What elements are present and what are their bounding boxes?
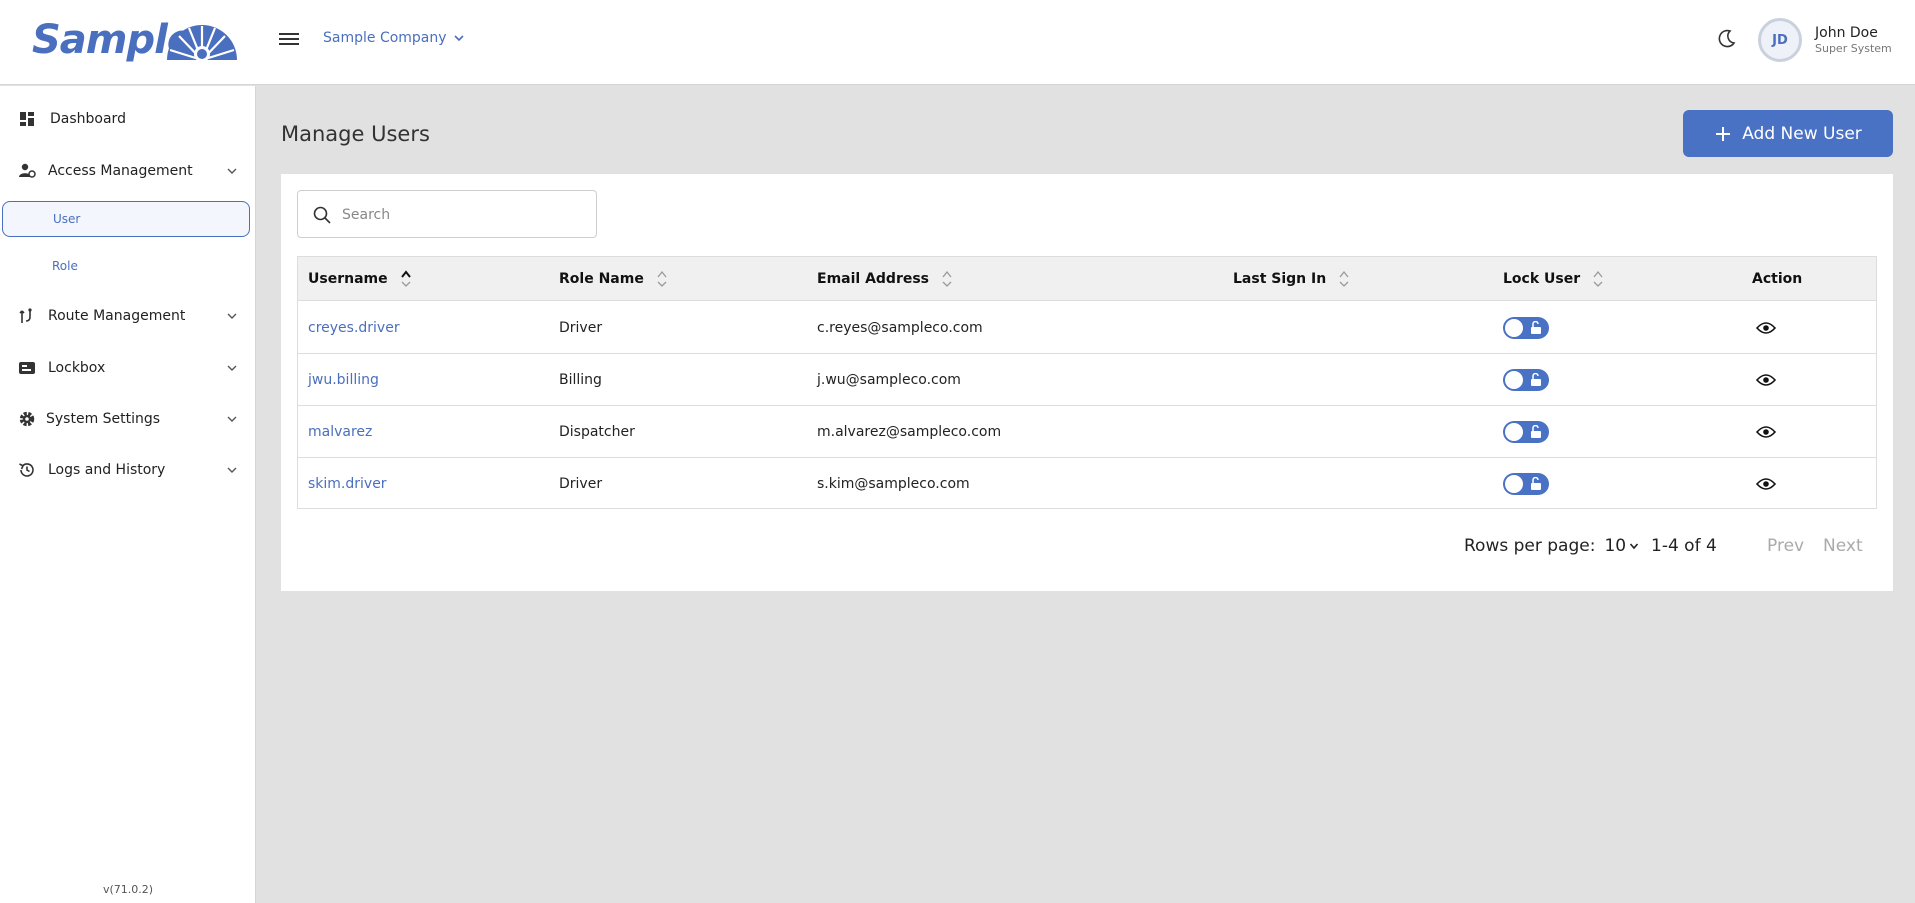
table-row: jwu.billing Billing j.wu@sampleco.com — [298, 354, 1876, 406]
username-link[interactable]: skim.driver — [308, 458, 387, 510]
chevron-down-icon — [227, 467, 237, 473]
email-cell: s.kim@sampleco.com — [817, 476, 970, 492]
chevron-down-icon — [453, 35, 464, 42]
unlock-icon — [1531, 321, 1541, 334]
unlock-icon — [1531, 425, 1541, 438]
chevron-down-icon — [227, 313, 237, 319]
column-header-action: Action — [1752, 271, 1803, 287]
username-link[interactable]: malvarez — [308, 406, 372, 458]
column-header-last-sign-in[interactable]: Last Sign In — [1233, 257, 1350, 301]
column-header-lock-user[interactable]: Lock User — [1503, 257, 1604, 301]
role-name-cell: Dispatcher — [559, 424, 635, 440]
sidebar-subitem-role[interactable]: Role — [2, 248, 250, 284]
chevron-down-icon — [227, 416, 237, 422]
add-new-user-label: Add New User — [1742, 123, 1862, 144]
plus-icon — [1716, 126, 1731, 141]
sidebar-item-system-settings[interactable]: System Settings — [0, 399, 256, 439]
next-page-button[interactable]: Next — [1823, 534, 1863, 558]
view-eye-icon[interactable] — [1756, 425, 1776, 439]
page-title: Manage Users — [281, 122, 430, 146]
sort-icon — [1593, 270, 1603, 287]
company-name: Sample Company — [323, 30, 447, 46]
table-row: creyes.driver Driver c.reyes@sampleco.co… — [298, 302, 1876, 354]
view-eye-icon[interactable] — [1756, 373, 1776, 387]
view-eye-icon[interactable] — [1756, 477, 1776, 491]
search-icon — [313, 206, 331, 224]
sort-icon — [400, 270, 411, 287]
sort-icon — [657, 270, 667, 287]
sort-icon — [1339, 270, 1349, 287]
rows-per-page-label: Rows per page: — [1464, 536, 1596, 556]
lock-user-toggle[interactable] — [1503, 317, 1549, 339]
sidebar-item-dashboard[interactable]: Dashboard — [0, 99, 256, 139]
logo-sunburst-icon — [167, 25, 237, 62]
company-logo[interactable]: Sample — [32, 16, 242, 64]
dashboard-icon — [20, 112, 34, 126]
sidebar-subitem-label: User — [53, 212, 81, 226]
search-box — [297, 190, 597, 238]
sort-icon — [942, 270, 952, 287]
username-link[interactable]: jwu.billing — [308, 354, 379, 406]
view-eye-icon[interactable] — [1756, 321, 1776, 335]
sidebar-subitem-label: Role — [52, 259, 78, 273]
history-icon — [19, 463, 34, 477]
rows-per-page-value: 10 — [1604, 536, 1627, 556]
column-header-username[interactable]: Username — [308, 257, 412, 301]
role-name-cell: Driver — [559, 320, 603, 336]
top-header: Sample Sample Company JD John Doe Super … — [0, 0, 1915, 85]
user-name: John Doe — [1815, 25, 1878, 41]
role-name-cell: Driver — [559, 476, 603, 492]
lock-user-toggle[interactable] — [1503, 369, 1549, 391]
email-cell: j.wu@sampleco.com — [817, 372, 961, 388]
sidebar-item-route-management[interactable]: Route Management — [0, 296, 256, 336]
table-header: Username Role Name Email Address Last Si… — [298, 257, 1876, 301]
sidebar-item-lockbox[interactable]: Lockbox — [0, 348, 256, 388]
avatar[interactable]: JD — [1758, 18, 1802, 62]
prev-page-button[interactable]: Prev — [1767, 534, 1804, 558]
hamburger-icon — [279, 33, 299, 35]
column-header-role-name[interactable]: Role Name — [559, 257, 668, 301]
table-row: malvarez Dispatcher m.alvarez@sampleco.c… — [298, 406, 1876, 458]
role-name-cell: Billing — [559, 372, 602, 388]
column-header-email-address[interactable]: Email Address — [817, 257, 953, 301]
company-selector[interactable]: Sample Company — [323, 30, 465, 46]
sidebar-item-label: System Settings — [46, 411, 161, 427]
route-icon — [19, 308, 32, 323]
unlock-icon — [1531, 373, 1541, 386]
sidebar-item-label: Access Management — [48, 163, 193, 179]
lock-user-toggle[interactable] — [1503, 473, 1549, 495]
sidebar-item-label: Lockbox — [48, 360, 106, 376]
users-table: Username Role Name Email Address Last Si… — [297, 256, 1877, 509]
search-input[interactable] — [342, 203, 582, 227]
add-new-user-button[interactable]: Add New User — [1683, 110, 1893, 157]
email-cell: c.reyes@sampleco.com — [817, 320, 983, 336]
rows-per-page: Rows per page: 10 — [1464, 534, 1639, 558]
user-gear-icon — [19, 163, 36, 178]
unlock-icon — [1531, 477, 1541, 490]
sidebar-item-logs-and-history[interactable]: Logs and History — [0, 450, 256, 490]
lockbox-icon — [19, 362, 35, 374]
sidebar-item-access-management[interactable]: Access Management — [0, 151, 256, 191]
sidebar-subitem-user[interactable]: User — [2, 201, 250, 237]
sidebar-item-label: Dashboard — [50, 111, 126, 127]
users-card: Username Role Name Email Address Last Si… — [281, 174, 1893, 591]
menu-toggle-button[interactable] — [279, 30, 299, 50]
app-version: v(71.0.2) — [102, 883, 154, 896]
chevron-down-icon — [227, 365, 237, 371]
chevron-down-icon — [1629, 543, 1639, 550]
chevron-down-icon — [227, 168, 237, 174]
sidebar: Dashboard Access Management User Role Ro… — [0, 86, 256, 903]
sidebar-item-label: Route Management — [48, 308, 186, 324]
table-row: skim.driver Driver s.kim@sampleco.com — [298, 458, 1876, 510]
gear-icon — [19, 411, 35, 427]
user-role: Super System — [1815, 42, 1892, 55]
email-cell: m.alvarez@sampleco.com — [817, 424, 1002, 440]
sidebar-item-label: Logs and History — [48, 462, 166, 478]
dark-mode-toggle-icon[interactable] — [1715, 28, 1737, 50]
username-link[interactable]: creyes.driver — [308, 302, 400, 354]
rows-per-page-select[interactable]: 10 — [1604, 536, 1639, 556]
pagination-range: 1-4 of 4 — [1651, 536, 1717, 556]
lock-user-toggle[interactable] — [1503, 421, 1549, 443]
